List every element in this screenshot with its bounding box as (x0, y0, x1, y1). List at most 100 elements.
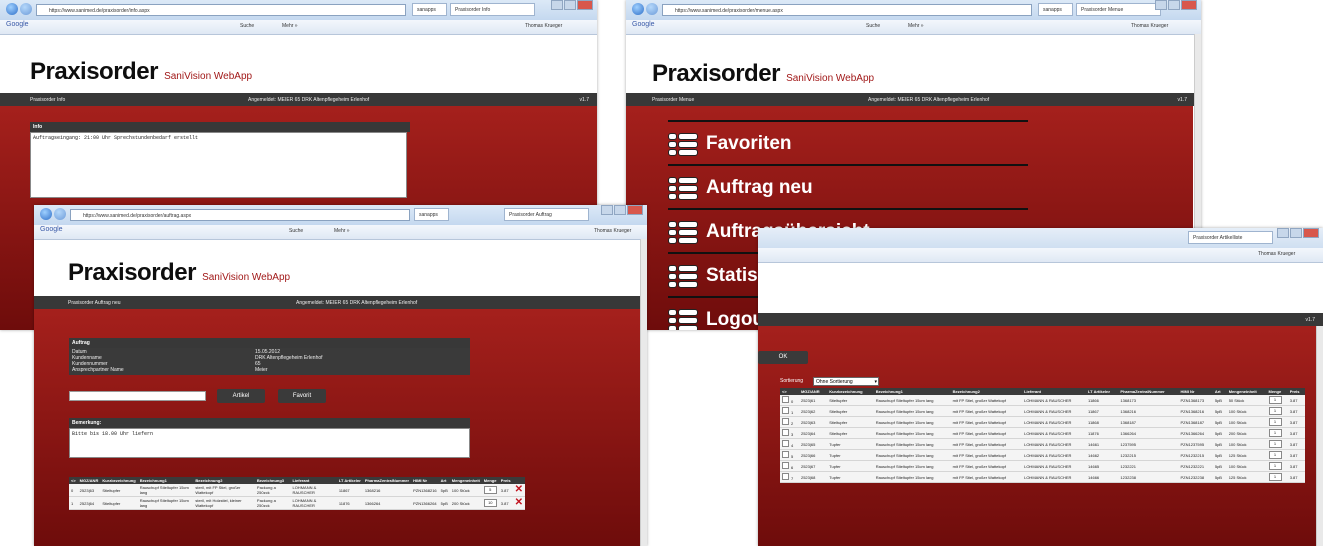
tab-extra[interactable]: sanapps (414, 208, 449, 221)
col-header[interactable]: Preis (498, 477, 513, 484)
table-cell: 3 (780, 427, 799, 439)
col-header[interactable]: Art (438, 477, 450, 484)
article-search-input[interactable] (69, 391, 206, 401)
col-header[interactable]: Kurzbezeichnung (827, 388, 874, 395)
address-bar[interactable]: https://www.sanimed.de/praxisorder/info.… (36, 4, 406, 16)
quantity-input[interactable]: 10 (483, 499, 497, 507)
col-header[interactable]: Art (1212, 388, 1227, 395)
col-header[interactable]: Bezeichnung2 (950, 388, 1023, 395)
favorit-button[interactable]: Favorit (278, 389, 326, 403)
toolbar-search[interactable]: Suche (240, 23, 254, 29)
col-header[interactable]: Menge (481, 477, 499, 484)
menu-item-favoriten[interactable]: Favoriten (668, 120, 1028, 165)
row-checkbox[interactable] (782, 429, 789, 436)
col-header[interactable]: HIMI Nr (411, 477, 439, 484)
table-cell: 14661 (1086, 438, 1119, 450)
ok-button[interactable]: OK (758, 351, 808, 364)
tab-info[interactable]: Praxisorder Info (450, 3, 535, 16)
tab-auftrag[interactable]: Praxisorder Auftrag (504, 208, 589, 221)
login-status: Angemeldet: MEIER 65 DRK Altenpflegeheim… (296, 300, 418, 306)
quantity-input[interactable]: 1 (1268, 440, 1282, 448)
col-header[interactable]: PharmaZentralNummer (1118, 388, 1179, 395)
row-checkbox[interactable] (782, 440, 789, 447)
row-checkbox[interactable] (782, 396, 789, 403)
tab-extra[interactable]: sanapps (1038, 3, 1073, 16)
toolbar-more[interactable]: Mehr » (908, 23, 924, 29)
quantity-input[interactable]: 5 (483, 486, 497, 494)
table-cell: 10 (481, 496, 499, 510)
window-controls[interactable] (601, 205, 643, 215)
window-controls[interactable] (1155, 0, 1197, 10)
tab-artikel[interactable]: Praxisorder Artikelliste (1188, 231, 1273, 244)
sort-select[interactable]: Ohne Sortierung ▾ (813, 377, 879, 386)
col-header[interactable]: Bezeichnung2 (193, 477, 255, 484)
quantity-input[interactable]: 1 (1268, 396, 1282, 404)
list-icon (668, 263, 698, 289)
quantity-input[interactable]: 1 (1268, 429, 1282, 437)
window-controls[interactable] (1277, 228, 1319, 238)
quantity-input[interactable]: 1 (1268, 451, 1282, 459)
page-scrollbar[interactable] (1316, 326, 1323, 546)
app-logo: Praxisorder SaniVision WebApp (68, 259, 290, 287)
col-header[interactable]: Preis (1287, 388, 1305, 395)
row-checkbox[interactable] (782, 473, 789, 480)
tab-extra[interactable]: sanapps (412, 3, 447, 16)
col-header[interactable]: HIMI Nr (1178, 388, 1213, 395)
user-name[interactable]: Thomas Krueger (594, 228, 631, 234)
remark-textarea[interactable]: Bitte bis 18.00 Uhr liefern (69, 428, 470, 458)
user-name[interactable]: Thomas Krueger (1131, 23, 1168, 29)
table-cell: Tupfer (827, 449, 874, 461)
toolbar-more[interactable]: Mehr » (334, 228, 350, 234)
col-header[interactable]: <> (780, 388, 799, 395)
back-icon[interactable] (632, 3, 644, 15)
artikel-button[interactable]: Artikel (217, 389, 265, 403)
col-header[interactable]: Bezeichnung1 (137, 477, 194, 484)
col-header[interactable]: PharmaZentralNummer (362, 477, 412, 484)
col-header[interactable]: LT Artikelnr (1086, 388, 1119, 395)
col-header[interactable]: Lieferant (1022, 388, 1087, 395)
page-scrollbar[interactable] (640, 239, 647, 546)
quantity-input[interactable]: 1 (1268, 473, 1282, 481)
user-name[interactable]: Thomas Krueger (525, 23, 562, 29)
row-checkbox[interactable] (782, 451, 789, 458)
row-checkbox[interactable] (782, 418, 789, 425)
address-bar[interactable]: https://www.sanimed.de/praxisorder/auftr… (70, 209, 410, 221)
page-title: Praxisorder Auftrag neu (68, 300, 121, 306)
col-header[interactable]: Kurzbezeichnung (100, 477, 138, 484)
tab-menu[interactable]: Praxisorder Menue (1076, 3, 1161, 16)
toolbar-more[interactable]: Mehr » (282, 23, 298, 29)
quantity-input[interactable]: 1 (1268, 462, 1282, 470)
table-row: 2 2523|63 Stieltupfer Rauschupf Stieltupfer… (780, 416, 1305, 428)
col-header[interactable]: Bezeichnung3 (254, 477, 291, 484)
user-name[interactable]: Thomas Krueger (1258, 251, 1295, 257)
menu-item-auftrag-neu[interactable]: Auftrag neu (668, 164, 1028, 209)
toolbar-search[interactable]: Suche (289, 228, 303, 234)
col-header[interactable]: Menge (1266, 388, 1288, 395)
table-cell: LOHMANN & RAUSCHER (1022, 395, 1087, 406)
table-cell: 1368173 (1118, 395, 1179, 406)
col-header[interactable]: MGZ/ANR (77, 477, 101, 484)
col-header[interactable]: MGZ/ANR (798, 388, 828, 395)
quantity-input[interactable]: 1 (1268, 418, 1282, 426)
forward-icon[interactable] (646, 3, 658, 15)
col-header[interactable]: Mengeneinheit (449, 477, 482, 484)
toolbar-search[interactable]: Suche (866, 23, 880, 29)
delete-icon[interactable]: ✕ (515, 484, 523, 495)
col-header[interactable]: Mengeneinheit (1226, 388, 1267, 395)
row-checkbox[interactable] (782, 462, 789, 469)
forward-icon[interactable] (54, 208, 66, 220)
row-checkbox[interactable] (782, 407, 789, 414)
delete-icon[interactable]: ✕ (515, 497, 523, 508)
forward-icon[interactable] (20, 3, 32, 15)
back-icon[interactable] (6, 3, 18, 15)
quantity-input[interactable]: 1 (1268, 407, 1282, 415)
col-header[interactable]: Bezeichnung1 (873, 388, 951, 395)
col-header[interactable]: LT Artikelnr (336, 477, 363, 484)
window-controls[interactable] (551, 0, 593, 10)
back-icon[interactable] (40, 208, 52, 220)
col-header[interactable]: Lieferant (290, 477, 337, 484)
address-bar[interactable]: https://www.sanimed.de/praxisorder/menue… (662, 4, 1032, 16)
col-header[interactable]: <> (69, 477, 78, 484)
table-cell: mit FP Stiel, großer Wattekopf (950, 427, 1023, 439)
table-cell: PZN1366264 (411, 496, 439, 510)
